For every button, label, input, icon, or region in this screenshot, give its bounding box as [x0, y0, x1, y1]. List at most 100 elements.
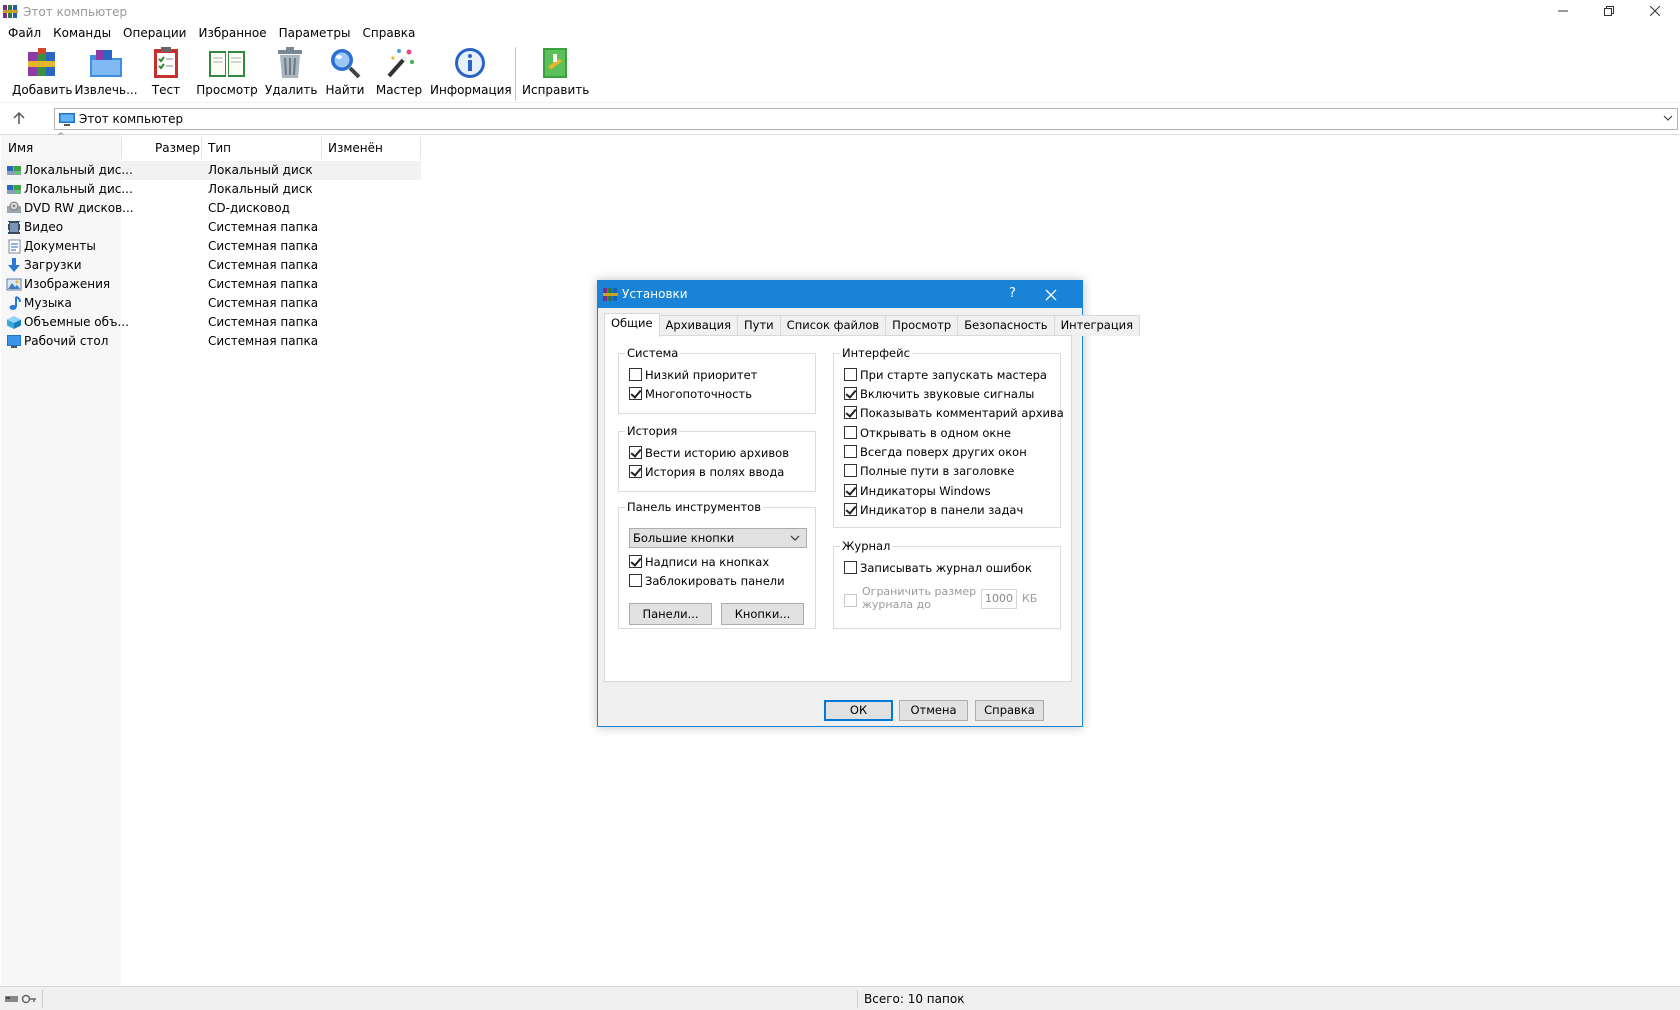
tab-file-list[interactable]: Список файлов: [779, 315, 887, 336]
file-row[interactable]: Изображения Системная папка: [1, 275, 421, 294]
column-divider[interactable]: [121, 137, 122, 159]
address-combobox[interactable]: Этот компьютер: [54, 108, 1678, 130]
column-header-name[interactable]: Имя: [8, 139, 33, 161]
column-header-modified[interactable]: Изменён: [328, 139, 383, 161]
delete-label: Удалить: [265, 83, 318, 97]
help-button[interactable]: Справка: [975, 700, 1044, 721]
buttons-button[interactable]: Кнопки...: [721, 603, 804, 625]
sound-signals-checkbox[interactable]: Включить звуковые сигналы: [844, 385, 1034, 402]
cancel-button[interactable]: Отмена: [899, 700, 968, 721]
file-row[interactable]: Музыка Системная папка: [1, 294, 421, 313]
up-folder-button[interactable]: [12, 111, 30, 129]
checkbox-label: Включить звуковые сигналы: [860, 386, 1035, 401]
extract-button[interactable]: Извлечь...: [74, 46, 138, 102]
menu-help[interactable]: Справка: [357, 24, 422, 43]
delete-button[interactable]: Удалить: [265, 46, 318, 102]
menu-operations[interactable]: Операции: [117, 24, 192, 43]
column-divider[interactable]: [201, 137, 202, 159]
desktop-folder-icon: [7, 335, 21, 348]
file-name: DVD RW дисков...: [24, 201, 134, 215]
taskbar-indicator-checkbox[interactable]: Индикатор в панели задач: [844, 501, 1023, 518]
tab-general[interactable]: Общие: [604, 313, 660, 337]
add-button[interactable]: Добавить: [12, 46, 72, 102]
tab-viewer[interactable]: Просмотр: [885, 315, 959, 336]
tab-compression[interactable]: Архивация: [658, 315, 739, 336]
always-on-top-checkbox[interactable]: Всегда поверх других окон: [844, 443, 1027, 460]
multithreading-checkbox[interactable]: Многопоточность: [629, 385, 752, 402]
file-row[interactable]: Загрузки Системная папка: [1, 256, 421, 275]
menu-favorites[interactable]: Избранное: [192, 24, 272, 43]
tab-integration[interactable]: Интеграция: [1053, 315, 1141, 336]
chevron-down-icon[interactable]: [1663, 112, 1673, 125]
menu-commands[interactable]: Команды: [47, 24, 117, 43]
test-button[interactable]: Тест: [146, 46, 186, 102]
input-history-checkbox[interactable]: История в полях ввода: [629, 463, 784, 480]
select-value: Большие кнопки: [633, 531, 735, 545]
dialog-titlebar[interactable]: Установки ?: [598, 281, 1082, 308]
file-row[interactable]: Рабочий стол Системная папка: [1, 332, 421, 351]
find-button[interactable]: Найти: [324, 46, 366, 102]
checkbox-box[interactable]: [629, 574, 642, 587]
wizard-button[interactable]: Мастер: [375, 46, 423, 102]
checkbox-box[interactable]: [844, 503, 857, 516]
full-paths-checkbox[interactable]: Полные пути в заголовке: [844, 462, 1014, 479]
file-type: Системная папка: [208, 334, 319, 348]
checkbox-box[interactable]: [844, 387, 857, 400]
close-window-button[interactable]: [1632, 0, 1678, 22]
file-row[interactable]: DVD RW дисков... CD-дисковод: [1, 199, 421, 218]
menu-options[interactable]: Параметры: [273, 24, 357, 43]
button-captions-checkbox[interactable]: Надписи на кнопках: [629, 553, 769, 570]
checkbox-box[interactable]: [629, 555, 642, 568]
file-name: Загрузки: [24, 258, 82, 272]
toolbar-size-select[interactable]: Большие кнопки: [629, 528, 807, 548]
file-row[interactable]: Локальный дис... Локальный диск: [1, 180, 421, 199]
lock-toolbars-checkbox[interactable]: Заблокировать панели: [629, 572, 785, 589]
ok-button[interactable]: ОК: [824, 700, 893, 721]
column-divider[interactable]: [420, 137, 421, 159]
start-wizard-checkbox[interactable]: При старте запускать мастера: [844, 366, 1047, 383]
menu-file[interactable]: Файл: [2, 24, 47, 43]
log-errors-checkbox[interactable]: Записывать журнал ошибок: [844, 559, 1032, 576]
info-button[interactable]: Информация: [430, 46, 512, 102]
single-window-checkbox[interactable]: Открывать в одном окне: [844, 424, 1011, 441]
menu-bar: Файл Команды Операции Избранное Параметр…: [0, 24, 1680, 43]
checkbox-box[interactable]: [844, 561, 857, 574]
drive-key-status-icon[interactable]: [4, 992, 38, 1006]
winrar-app-icon: [603, 288, 618, 301]
status-divider: [857, 990, 858, 1008]
low-priority-checkbox[interactable]: Низкий приоритет: [629, 366, 757, 383]
windows-indicators-checkbox[interactable]: Индикаторы Windows: [844, 482, 991, 499]
file-row[interactable]: Видео Системная папка: [1, 218, 421, 237]
checkbox-box[interactable]: [844, 368, 857, 381]
checkbox-box[interactable]: [629, 387, 642, 400]
group-title: Панель инструментов: [625, 500, 763, 514]
column-header-type[interactable]: Тип: [208, 139, 231, 161]
dialog-close-button[interactable]: [1045, 283, 1057, 306]
checkbox-label: При старте запускать мастера: [860, 367, 1047, 382]
checkbox-box[interactable]: [844, 484, 857, 497]
checkbox-box[interactable]: [844, 464, 857, 477]
view-button[interactable]: Просмотр: [195, 46, 259, 102]
tab-security[interactable]: Безопасность: [957, 315, 1055, 336]
repair-button[interactable]: Исправить: [522, 46, 589, 102]
file-row[interactable]: Документы Системная папка: [1, 237, 421, 256]
file-name: Документы: [24, 239, 96, 253]
minimize-button[interactable]: [1540, 0, 1586, 22]
column-header-size[interactable]: Размер: [155, 139, 200, 161]
checkbox-box[interactable]: [629, 368, 642, 381]
checkbox-box[interactable]: [844, 445, 857, 458]
panels-button[interactable]: Панели...: [629, 603, 712, 625]
file-row[interactable]: Локальный дис... Локальный диск: [1, 161, 421, 180]
checkbox-box[interactable]: [629, 446, 642, 459]
tab-paths[interactable]: Пути: [737, 315, 781, 336]
file-row[interactable]: Объемные объ... Системная папка: [1, 313, 421, 332]
show-comment-checkbox[interactable]: Показывать комментарий архива: [844, 404, 1064, 421]
archive-history-checkbox[interactable]: Вести историю архивов: [629, 444, 789, 461]
music-folder-icon: [9, 296, 21, 310]
checkbox-box[interactable]: [844, 406, 857, 419]
checkbox-box[interactable]: [844, 426, 857, 439]
checkbox-box[interactable]: [629, 465, 642, 478]
column-divider[interactable]: [321, 137, 322, 159]
help-question-button[interactable]: ?: [1009, 286, 1016, 301]
restore-button[interactable]: [1586, 0, 1632, 22]
